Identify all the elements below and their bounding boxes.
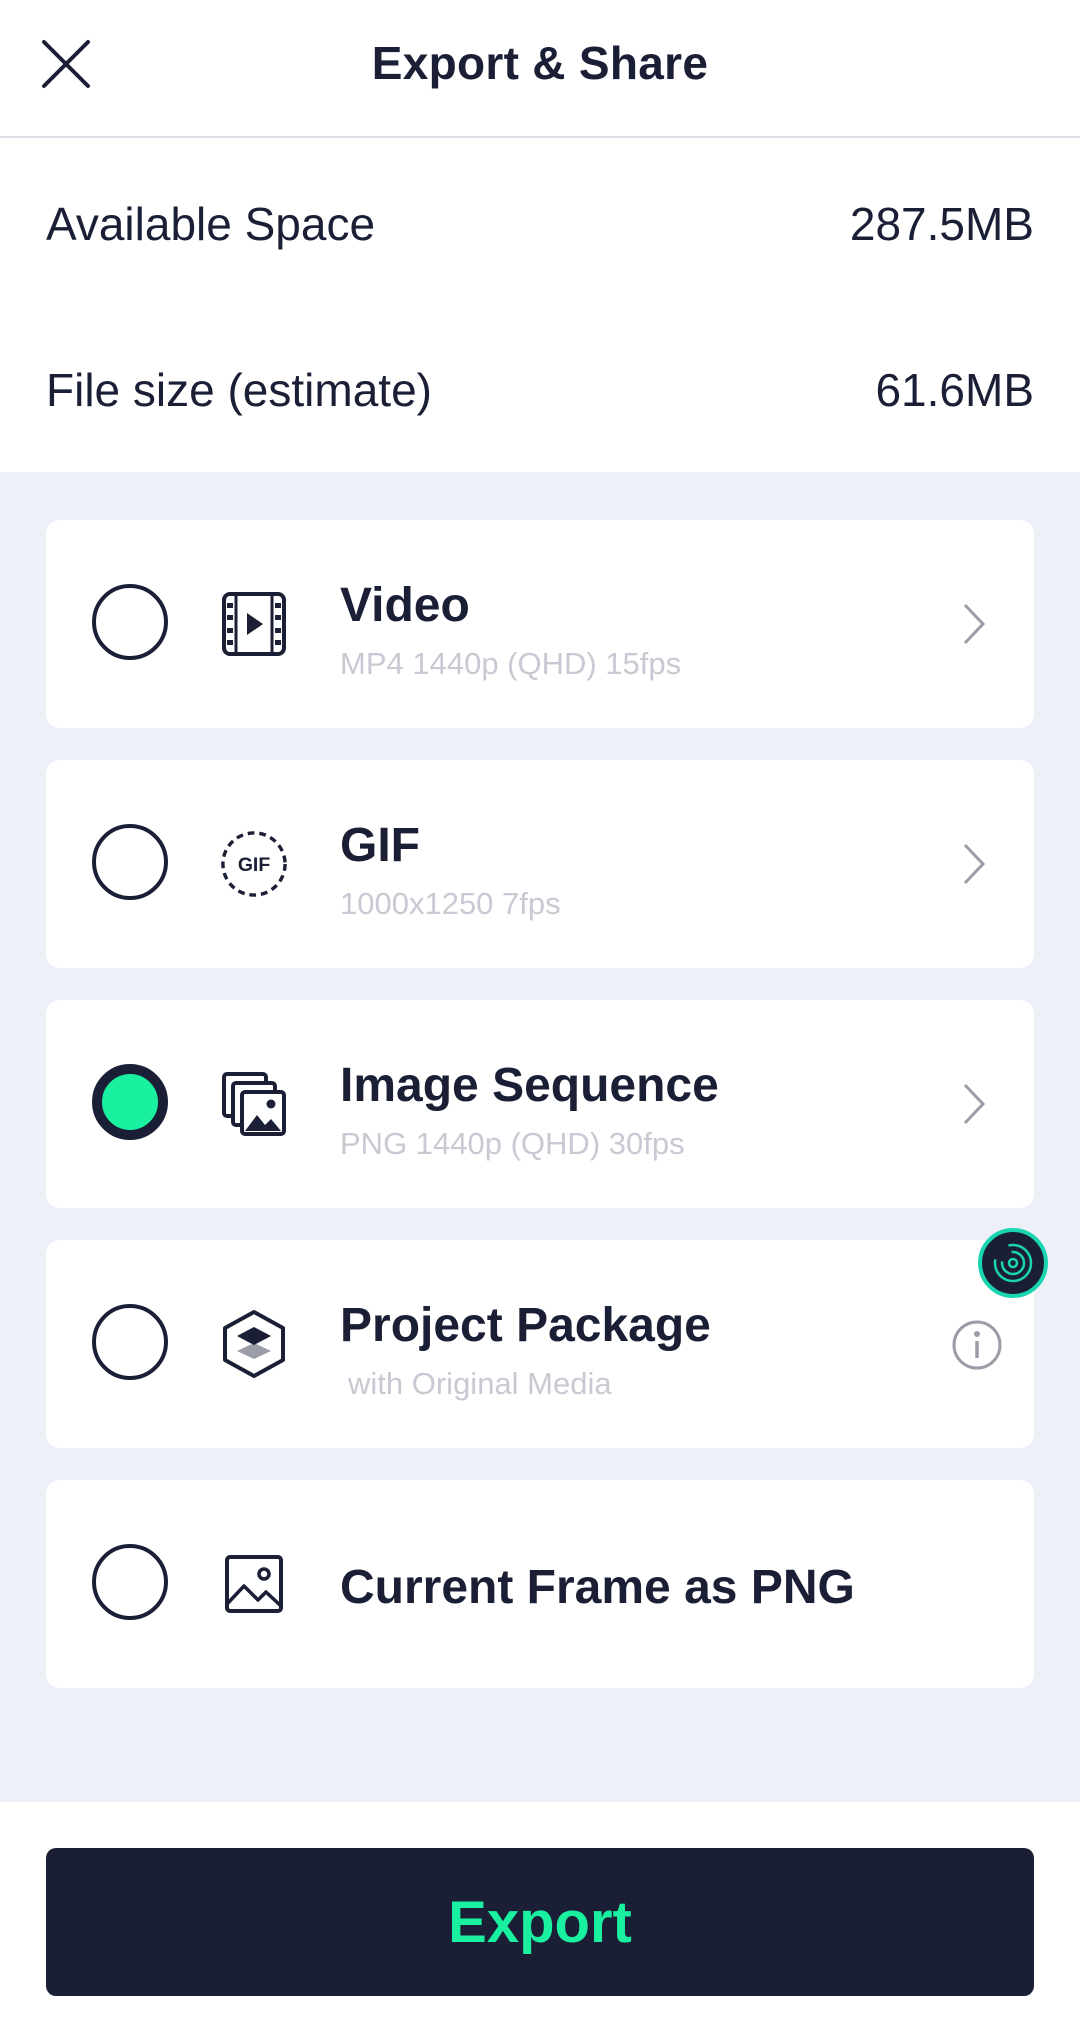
gif-icon-text: GIF: [238, 854, 270, 876]
available-space-row: Available Space 287.5MB: [46, 184, 1034, 264]
floating-assistant-button[interactable]: [978, 1228, 1048, 1298]
header: Export & Share: [0, 0, 1080, 138]
option-gif[interactable]: GIF GIF 1000x1250 7fps: [46, 760, 1034, 968]
option-subtitle: PNG 1440p (QHD) 30fps: [340, 1126, 685, 1161]
available-space-value: 287.5MB: [849, 198, 1034, 250]
layers-icon: [220, 1310, 288, 1378]
option-subtitle: MP4 1440p (QHD) 15fps: [340, 646, 682, 681]
radio-button[interactable]: [92, 1544, 168, 1620]
chevron-right-icon[interactable]: [954, 840, 994, 888]
radio-button-selected[interactable]: [92, 1064, 168, 1140]
export-options: Video MP4 1440p (QHD) 15fps GIF GIF 1000…: [0, 472, 1080, 1802]
export-button[interactable]: Export: [46, 1848, 1034, 1996]
gif-icon: GIF: [220, 830, 288, 898]
available-space-label: Available Space: [46, 198, 376, 250]
page-title: Export & Share: [371, 37, 709, 89]
image-sequence-icon: [220, 1070, 288, 1138]
option-title: Project Package: [340, 1299, 711, 1352]
chevron-right-icon[interactable]: [954, 1080, 994, 1128]
info-icon[interactable]: [950, 1318, 1004, 1372]
chevron-right-icon[interactable]: [954, 600, 994, 648]
swirl-icon: [993, 1243, 1033, 1283]
option-title: Current Frame as PNG: [340, 1561, 855, 1614]
option-subtitle: 1000x1250 7fps: [340, 886, 561, 921]
image-icon: [220, 1550, 288, 1618]
option-title: Image Sequence: [340, 1059, 719, 1112]
option-title: GIF: [340, 819, 420, 872]
radio-button[interactable]: [92, 584, 168, 660]
option-video[interactable]: Video MP4 1440p (QHD) 15fps: [46, 520, 1034, 728]
option-subtitle: with Original Media: [348, 1366, 612, 1401]
option-current-frame-png[interactable]: Current Frame as PNG: [46, 1480, 1034, 1688]
option-title: Video: [340, 579, 470, 632]
file-size-row: File size (estimate) 61.6MB: [46, 350, 1034, 430]
option-project-package[interactable]: Project Package with Original Media: [46, 1240, 1034, 1448]
file-size-value: 61.6MB: [875, 364, 1034, 416]
video-icon: [220, 590, 288, 658]
radio-button[interactable]: [92, 824, 168, 900]
option-image-sequence[interactable]: Image Sequence PNG 1440p (QHD) 30fps: [46, 1000, 1034, 1208]
file-size-label: File size (estimate): [46, 364, 432, 416]
radio-button[interactable]: [92, 1304, 168, 1380]
